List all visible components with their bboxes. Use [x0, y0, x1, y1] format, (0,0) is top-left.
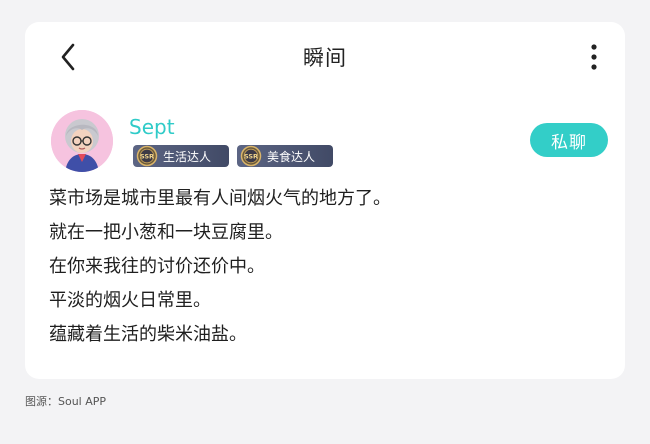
post-line: 蕴藏着生活的柴米油盐。 — [49, 324, 247, 345]
private-chat-button[interactable]: 私聊 — [530, 123, 608, 157]
post-line: 在你来我往的讨价还价中。 — [49, 256, 265, 277]
avatar[interactable] — [51, 110, 113, 172]
ssr-medal-icon: SSR — [135, 145, 159, 167]
badge-life-expert[interactable]: SSR 生活达人 — [133, 145, 229, 167]
svg-text:SSR: SSR — [140, 153, 154, 161]
svg-text:SSR: SSR — [244, 153, 258, 161]
post-line: 菜市场是城市里最有人间烟火气的地方了。 — [49, 188, 391, 209]
top-bar: 瞬间 — [25, 22, 625, 88]
badge-label: 生活达人 — [163, 149, 212, 164]
post-line: 就在一把小葱和一块豆腐里。 — [49, 222, 283, 243]
vertical-ellipsis-icon — [591, 44, 597, 70]
post-content: 菜市场是城市里最有人间烟火气的地方了。 就在一把小葱和一块豆腐里。 在你来我往的… — [49, 182, 391, 352]
ssr-medal-icon: SSR — [239, 145, 263, 167]
badge-label: 美食达人 — [267, 149, 316, 164]
post-line: 平淡的烟火日常里。 — [49, 290, 211, 311]
more-options-button[interactable] — [581, 42, 607, 72]
moment-card: 瞬间 Sept SSR 生活达人 SSR 美食达人 私聊 菜市场是城市里最有人间… — [25, 22, 625, 379]
page-title: 瞬间 — [303, 46, 347, 70]
badge-food-expert[interactable]: SSR 美食达人 — [237, 145, 333, 167]
avatar-icon — [51, 110, 113, 172]
image-source-caption: 图源：Soul APP — [25, 395, 107, 408]
username[interactable]: Sept — [129, 115, 175, 139]
